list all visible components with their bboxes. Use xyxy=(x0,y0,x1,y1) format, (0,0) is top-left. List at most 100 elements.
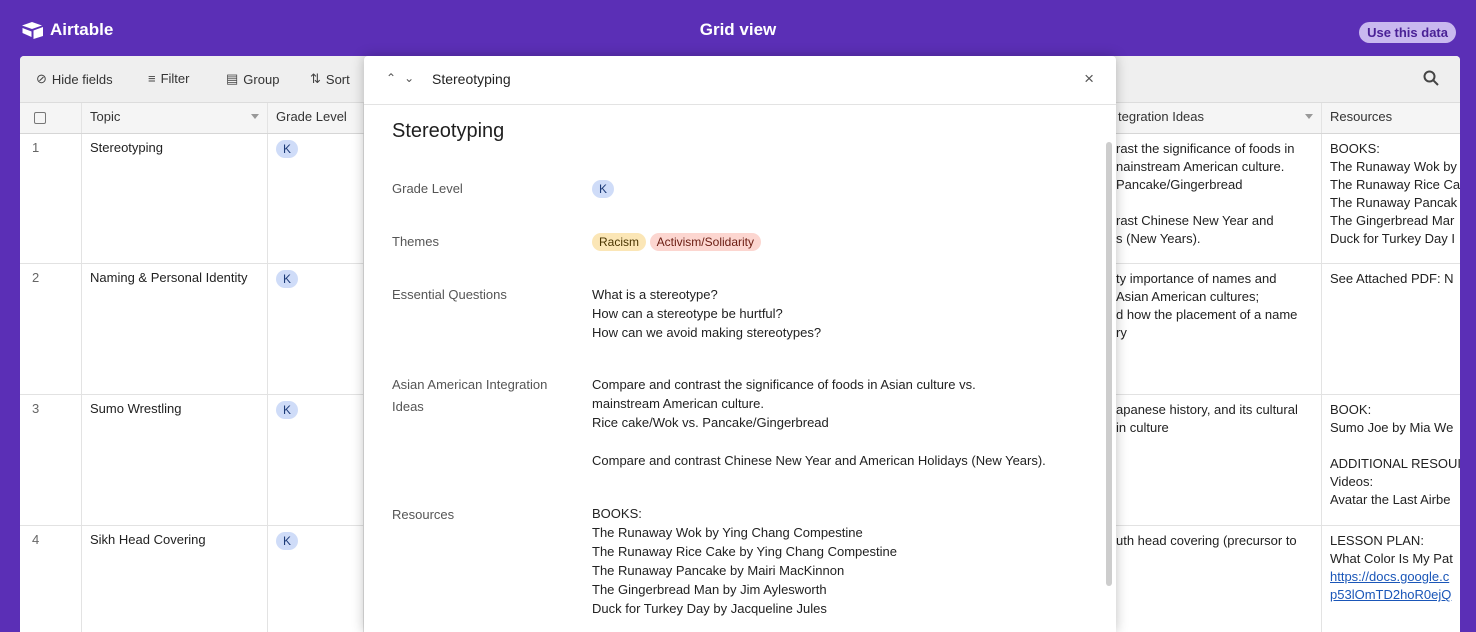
cell-line: apanese history, and its cultural xyxy=(1116,402,1298,417)
grade-level-field-value[interactable]: K xyxy=(592,179,615,198)
group-label: Group xyxy=(243,71,280,87)
text-line: Rice cake/Wok vs. Pancake/Gingerbread xyxy=(592,415,829,430)
cell-line: What Color Is My Pat xyxy=(1330,551,1453,566)
theme-chip-activism: Activism/Solidarity xyxy=(649,233,761,251)
eye-slash-icon: ⊘ xyxy=(36,71,47,86)
essential-questions-value[interactable]: What is a stereotype? How can a stereoty… xyxy=(592,285,821,342)
chevron-down-icon[interactable] xyxy=(1305,114,1313,119)
cell-line: BOOKS: xyxy=(1330,141,1380,156)
hide-fields-button[interactable]: ⊘ Hide fields xyxy=(36,71,113,87)
text-line: mainstream American culture. xyxy=(592,396,764,411)
resources-field-value[interactable]: BOOKS: The Runaway Wok by Ying Chang Com… xyxy=(592,504,897,618)
integration-ideas-cell[interactable]: ty importance of names and Asian America… xyxy=(1116,264,1322,394)
sort-icon: ⇅ xyxy=(310,71,321,86)
cell-line: LESSON PLAN: xyxy=(1330,533,1424,548)
row-number: 3 xyxy=(20,395,82,525)
column-header-resources[interactable]: Resources xyxy=(1322,103,1460,133)
cell-line: Duck for Turkey Day I xyxy=(1330,231,1455,246)
column-header-grade-level[interactable]: Grade Level xyxy=(268,103,364,133)
resources-cell[interactable]: BOOKS: The Runaway Wok by The Runaway Ri… xyxy=(1322,134,1460,263)
topic-cell[interactable]: Stereotyping xyxy=(82,134,268,263)
grade-level-cell[interactable]: K xyxy=(268,134,364,263)
cell-line: Videos: xyxy=(1330,474,1374,489)
cell-line: The Gingerbread Mar xyxy=(1330,213,1455,228)
grade-level-cell[interactable]: K xyxy=(268,526,364,632)
cell-line: Avatar the Last Airbe xyxy=(1330,492,1451,507)
resources-field-label: Resources xyxy=(392,507,455,522)
chevron-down-icon[interactable] xyxy=(251,114,259,119)
cell-line: The Runaway Wok by xyxy=(1330,159,1457,174)
cell-line: in culture xyxy=(1116,420,1169,435)
close-icon[interactable]: × xyxy=(1084,69,1094,89)
cell-line: uth head covering (precursor to xyxy=(1116,533,1297,548)
grade-level-field-label: Grade Level xyxy=(392,181,463,196)
topic-cell[interactable]: Naming & Personal Identity xyxy=(82,264,268,394)
modal-scrollbar[interactable] xyxy=(1106,142,1112,586)
resource-link[interactable]: https://docs.google.c xyxy=(1330,568,1452,586)
column-header-grade-level-label: Grade Level xyxy=(276,109,347,124)
text-line: Compare and contrast Chinese New Year an… xyxy=(592,453,1046,468)
cell-line: ADDITIONAL RESOUI xyxy=(1330,456,1460,471)
use-this-data-button[interactable]: Use this data xyxy=(1359,22,1456,43)
text-line: The Gingerbread Man by Jim Aylesworth xyxy=(592,582,827,597)
column-header-integration-label: tegration Ideas xyxy=(1118,109,1205,124)
topic-cell[interactable]: Sumo Wrestling xyxy=(82,395,268,525)
top-bar: Airtable Grid view Use this data xyxy=(0,0,1476,56)
text-line: How can a stereotype be hurtful? xyxy=(592,306,783,321)
record-detail-modal: ⌃ ⌄ Stereotyping × Stereotyping Grade Le… xyxy=(364,56,1116,632)
cell-line: s (New Years). xyxy=(1116,231,1201,246)
cell-line: The Runaway Rice Ca xyxy=(1330,177,1460,192)
filter-icon: ≡ xyxy=(148,71,156,86)
chevron-up-icon[interactable]: ⌃ xyxy=(386,71,396,85)
filter-button[interactable]: ≡ Filter xyxy=(148,71,189,86)
theme-chip-racism: Racism xyxy=(592,233,647,251)
themes-field-label: Themes xyxy=(392,234,439,249)
integration-ideas-value[interactable]: Compare and contrast the significance of… xyxy=(592,375,1046,470)
label-line: Ideas xyxy=(392,399,424,414)
text-line: The Runaway Pancake by Mairi MacKinnon xyxy=(592,563,845,578)
cell-line: The Runaway Pancak xyxy=(1330,195,1458,210)
chevron-down-icon[interactable]: ⌄ xyxy=(404,71,414,85)
row-number: 1 xyxy=(20,134,82,263)
group-button[interactable]: ▤ Group xyxy=(226,71,279,87)
resources-cell[interactable]: BOOK: Sumo Joe by Mia We ADDITIONAL RESO… xyxy=(1322,395,1460,525)
column-header-topic-label: Topic xyxy=(90,109,121,124)
label-line: Asian American Integration xyxy=(392,377,548,392)
grade-chip: K xyxy=(276,270,299,288)
grade-level-cell[interactable]: K xyxy=(268,395,364,525)
view-title: Grid view xyxy=(699,20,777,39)
resources-cell[interactable]: See Attached PDF: N xyxy=(1322,264,1460,394)
grade-chip: K xyxy=(276,532,299,550)
grade-level-cell[interactable]: K xyxy=(268,264,364,394)
grade-chip: K xyxy=(276,401,299,419)
integration-ideas-cell[interactable]: apanese history, and its cultural in cul… xyxy=(1116,395,1322,525)
cell-line: ty importance of names and xyxy=(1116,271,1277,286)
text-line: Compare and contrast the significance of… xyxy=(592,377,976,392)
cell-line: d how the placement of a name xyxy=(1116,307,1298,322)
integration-ideas-cell[interactable]: uth head covering (precursor to xyxy=(1116,526,1322,632)
cell-line: rast the significance of foods in xyxy=(1116,141,1295,156)
resource-link[interactable]: p53lOmTD2hoR0ejQ xyxy=(1330,586,1452,604)
column-header-topic[interactable]: Topic xyxy=(82,103,268,133)
modal-header-title: Stereotyping xyxy=(432,71,511,87)
search-icon[interactable] xyxy=(1422,69,1440,87)
cell-line: ry xyxy=(1116,325,1127,340)
modal-header: ⌃ ⌄ Stereotyping × xyxy=(364,56,1116,105)
integration-ideas-cell[interactable]: rast the significance of foods in nainst… xyxy=(1116,134,1322,263)
grade-chip: K xyxy=(592,180,615,198)
select-all-checkbox[interactable] xyxy=(34,112,46,124)
row-number: 2 xyxy=(20,264,82,394)
cell-line xyxy=(1330,437,1452,455)
topic-cell[interactable]: Sikh Head Covering xyxy=(82,526,268,632)
text-line xyxy=(592,432,1046,451)
themes-field-value[interactable]: Racism Activism/Solidarity xyxy=(592,232,761,251)
resources-cell[interactable]: LESSON PLAN: What Color Is My Pat https:… xyxy=(1322,526,1460,632)
column-header-integration-ideas[interactable]: tegration Ideas xyxy=(1116,103,1322,133)
cell-line: Sumo Joe by Mia We xyxy=(1330,420,1454,435)
sort-button[interactable]: ⇅ Sort xyxy=(310,71,350,87)
group-icon: ▤ xyxy=(226,71,239,86)
text-line: The Runaway Wok by Ying Chang Compestine xyxy=(592,525,863,540)
integration-ideas-label: Asian American Integration Ideas xyxy=(392,376,547,416)
cell-line: BOOK: xyxy=(1330,402,1372,417)
record-title: Stereotyping xyxy=(392,120,505,142)
